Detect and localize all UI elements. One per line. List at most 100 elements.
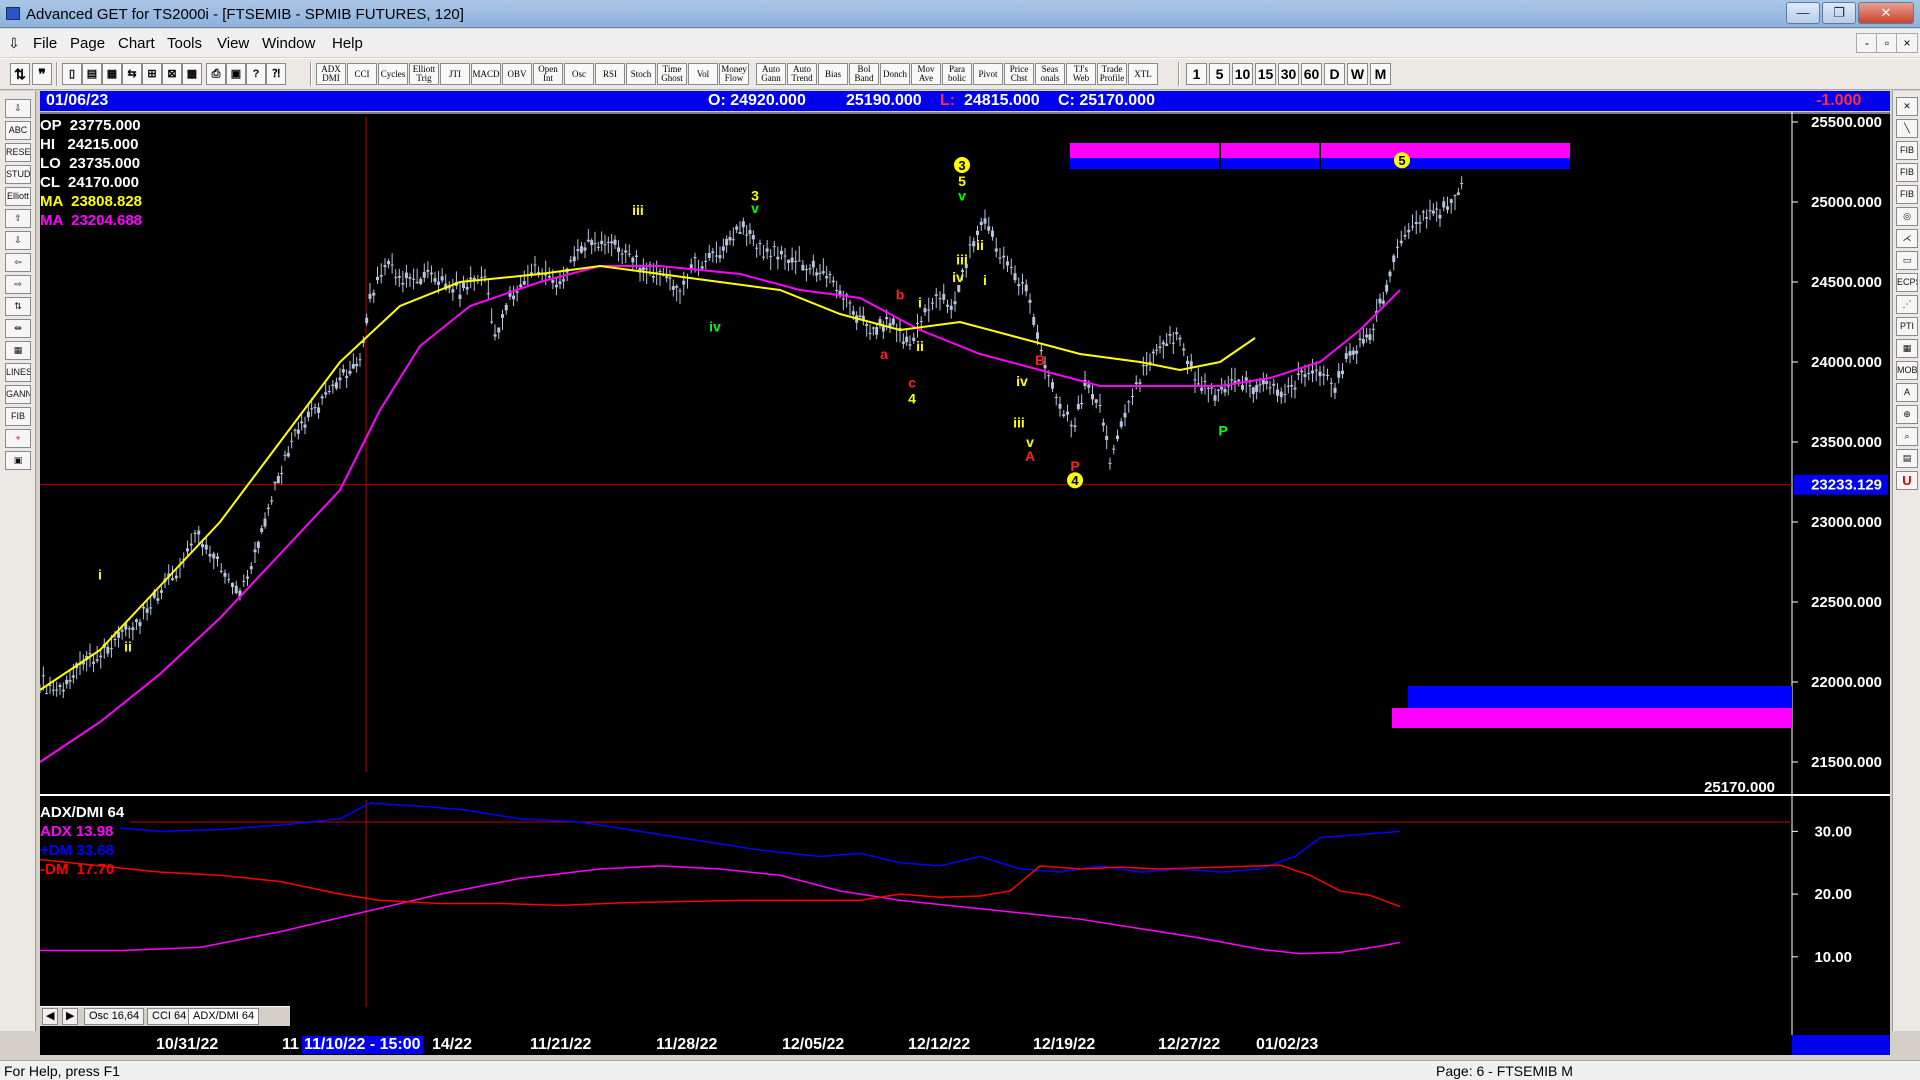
study-button[interactable]: ADX DMI [316,63,346,85]
print-icon[interactable]: ⎙ [206,63,226,85]
study-button[interactable]: RSI [595,63,625,85]
interval-button[interactable]: 30 [1278,63,1299,85]
study-button[interactable]: OBV [502,63,532,85]
left-tool-button[interactable]: ⇨ [5,275,31,294]
price-chart[interactable]: 25500.000 25000.000 24500.000 24000.000 2350… [40,112,1890,1038]
study-button[interactable]: Elliott Trig [409,63,439,85]
right-tool-button[interactable]: ⌕ [1896,427,1918,446]
study-button[interactable]: JTI [440,63,470,85]
tab-adx-dmi[interactable]: ADX/DMI 64 [188,1008,260,1025]
window-list-icon[interactable]: ▩ [182,63,202,85]
chart-area[interactable]: 25500.000 25000.000 24500.000 24000.000 2350… [40,112,1890,1038]
interval-button[interactable]: 15 [1255,63,1276,85]
study-button[interactable]: Donch [880,63,910,85]
right-tool-button[interactable]: PTI [1896,317,1918,336]
study-button[interactable]: Cycles [378,63,408,85]
left-tool-button[interactable]: RESET [5,143,31,162]
study-button[interactable]: Vol [688,63,718,85]
study-button[interactable]: Bol Band [849,63,879,85]
pointer-tool-icon[interactable]: ⇅ [10,63,30,85]
menu-tools[interactable]: Tools [167,35,202,52]
menu-chart[interactable]: Chart [118,35,155,52]
study-button[interactable]: Osc [564,63,594,85]
right-tool-button[interactable]: ▭ [1896,251,1918,270]
template-icon[interactable]: ▦ [102,63,122,85]
right-tool-button[interactable]: ⋰ [1896,295,1918,314]
study-button[interactable]: Bias [818,63,848,85]
study-button[interactable]: Auto Trend [787,63,817,85]
study-button[interactable]: CCI [347,63,377,85]
left-tool-button[interactable]: ⇧ [5,209,31,228]
link-icon[interactable]: ⇆ [122,63,142,85]
interval-button[interactable]: D [1324,63,1345,85]
interval-button[interactable]: 1 [1186,63,1207,85]
tab-osc[interactable]: Osc 16,64 [84,1008,145,1025]
interval-button[interactable]: 60 [1301,63,1322,85]
maximize-button[interactable]: ❐ [1822,2,1856,24]
left-tool-button[interactable]: FIB [5,407,31,426]
right-tool-button[interactable]: ▤ [1896,449,1918,468]
study-button[interactable]: Auto Gann [756,63,786,85]
left-tool-button[interactable]: ▦ [5,341,31,360]
interval-button[interactable]: M [1370,63,1391,85]
left-tool-button[interactable]: ABC [5,121,31,140]
study-button[interactable]: Stoch [626,63,656,85]
left-tool-button[interactable]: ⇩ [5,231,31,250]
right-tool-button[interactable]: ▦ [1896,339,1918,358]
mdi-restore-button[interactable]: ▫ [1876,33,1898,53]
right-tool-button[interactable]: MOB [1896,361,1918,380]
study-button[interactable]: MACD [471,63,501,85]
study-button[interactable]: Seas onals [1035,63,1065,85]
help-icon[interactable]: ? [246,63,266,85]
new-page-icon[interactable]: ▯ [62,63,82,85]
tab-cci[interactable]: CCI 64 [147,1008,192,1025]
left-tool-button[interactable]: LINES [5,363,31,382]
study-button[interactable]: Time Ghost [657,63,687,85]
right-tool-button[interactable]: A [1896,383,1918,402]
right-tool-button[interactable]: FIB TIME [1896,185,1918,204]
date-scroll-thumb[interactable] [1792,1035,1890,1055]
grid-icon[interactable]: ⊞ [142,63,162,85]
study-button[interactable]: TJ's Web [1066,63,1096,85]
interval-button[interactable]: 5 [1209,63,1230,85]
study-button[interactable]: XTL [1128,63,1158,85]
tab-next-button[interactable]: ▶ [62,1008,79,1025]
quote-icon[interactable]: ❞ [32,63,52,85]
mdi-close-button[interactable]: × [1896,33,1918,53]
right-tool-button[interactable]: FIB RET [1896,141,1918,160]
left-tool-button[interactable]: ⇦ [5,253,31,272]
print-preview-icon[interactable]: ▣ [226,63,246,85]
left-tool-button[interactable]: ⇹ [5,319,31,338]
left-tool-button[interactable]: Elliott [5,187,31,206]
right-tool-button[interactable]: ✕ [1896,97,1918,116]
menu-help[interactable]: Help [332,35,363,52]
study-button[interactable]: Price Chst [1004,63,1034,85]
right-tool-button[interactable]: ⋌ [1896,229,1918,248]
right-tool-button[interactable]: ECPS [1896,273,1918,292]
study-button[interactable]: Para bolic [942,63,972,85]
left-tool-button[interactable]: ⇩ [5,99,31,118]
menu-window[interactable]: Window [262,35,315,52]
crosshair-icon[interactable]: ⊠ [162,63,182,85]
right-tool-button[interactable]: U [1896,471,1918,490]
left-tool-button[interactable]: STUDY [5,165,31,184]
right-tool-button[interactable]: ◎ [1896,207,1918,226]
study-button[interactable]: Trade Profile [1097,63,1127,85]
interval-button[interactable]: W [1347,63,1368,85]
study-button[interactable]: Money Flow [719,63,749,85]
document-icon[interactable]: ⇩ [8,35,20,52]
study-button[interactable]: Mov Ave [911,63,941,85]
left-tool-button[interactable]: ▣ [5,451,31,470]
minimize-button[interactable]: — [1786,2,1820,24]
mdi-minimize-button[interactable]: - [1856,33,1878,53]
right-tool-button[interactable]: ⊕ [1896,405,1918,424]
right-tool-button[interactable]: FIB EXT [1896,163,1918,182]
interval-button[interactable]: 10 [1232,63,1253,85]
close-button[interactable]: ✕ [1858,2,1914,24]
left-tool-button[interactable]: GANN [5,385,31,404]
menu-page[interactable]: Page [70,35,105,52]
left-tool-button[interactable]: + [5,429,31,448]
left-tool-button[interactable]: ⇅ [5,297,31,316]
tab-prev-button[interactable]: ◀ [42,1008,59,1025]
study-button[interactable]: Pivot [973,63,1003,85]
